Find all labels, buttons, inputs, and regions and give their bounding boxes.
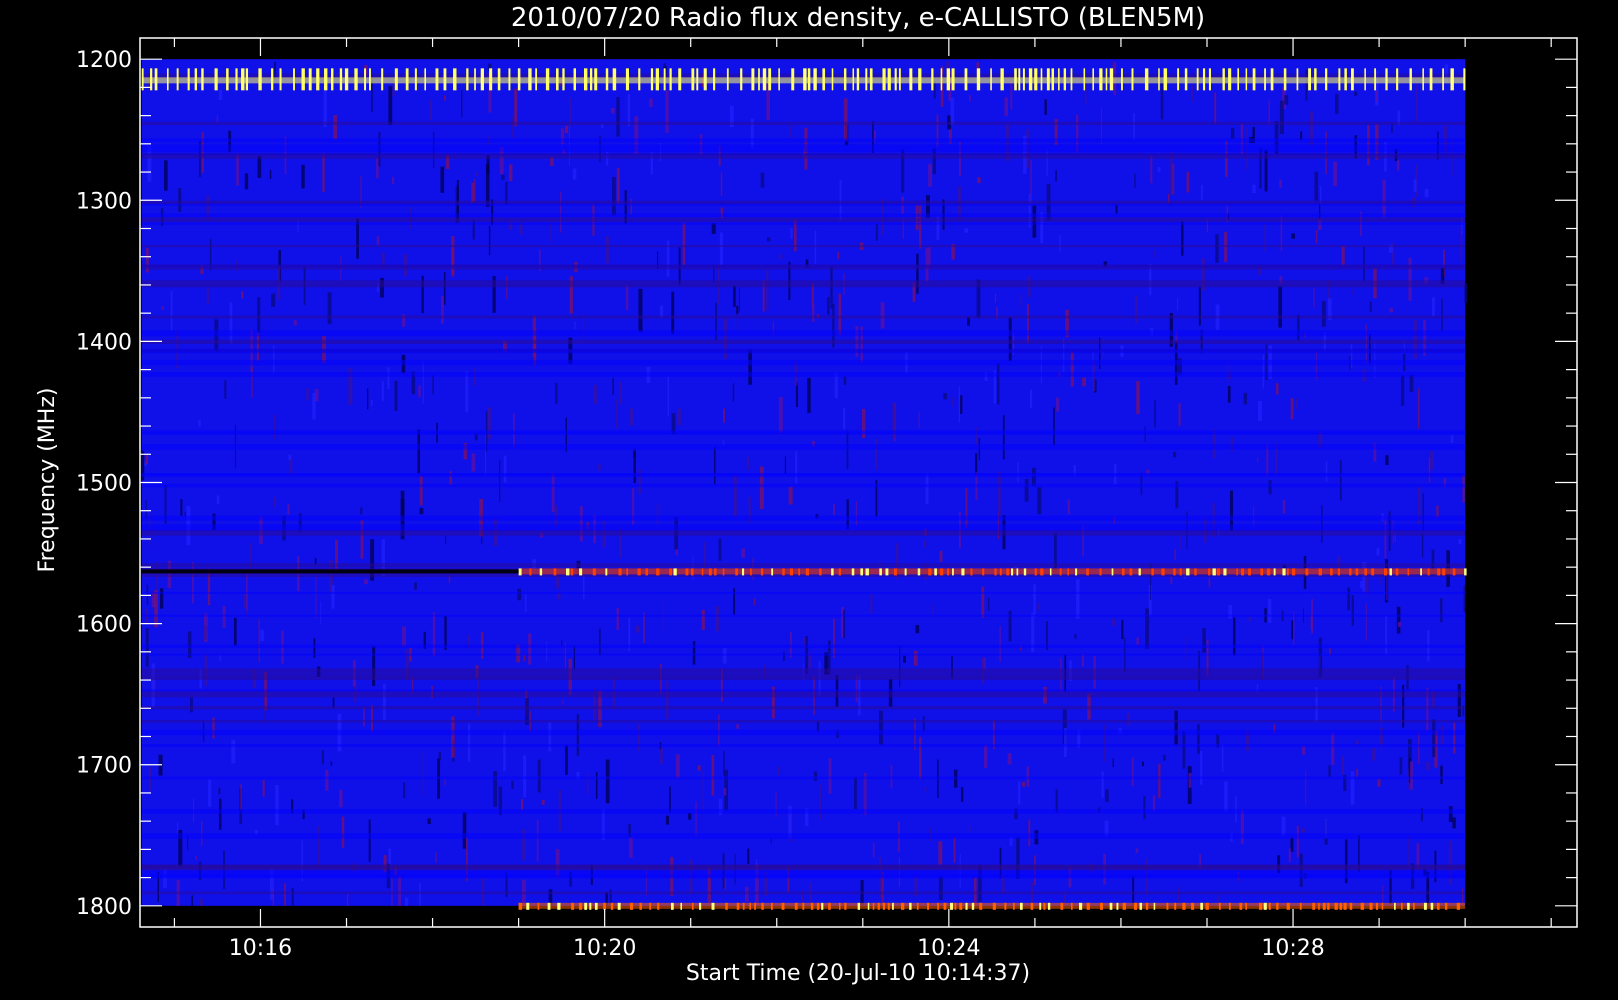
feature-band: [518, 902, 1466, 910]
y-axis-label: Frequency (MHz): [35, 388, 60, 573]
x-tick-label: 10:28: [1261, 936, 1324, 961]
x-axis-label: Start Time (20-Jul-10 10:14:37): [686, 961, 1030, 986]
y-tick-label: 1200: [76, 48, 132, 73]
y-tick-label: 1800: [76, 895, 132, 920]
x-tick-label: 10:16: [229, 936, 292, 961]
feature-band: [518, 568, 1467, 576]
y-tick-label: 1700: [76, 754, 132, 779]
chart-title: 2010/07/20 Radio flux density, e-CALLIST…: [511, 3, 1205, 33]
y-tick-label: 1300: [76, 189, 132, 214]
spectrogram-chart: 2010/07/20 Radio flux density, e-CALLIST…: [35, 3, 1578, 986]
x-tick-label: 10:24: [917, 936, 980, 961]
y-tick-label: 1500: [76, 472, 132, 497]
plot-area: [139, 37, 1578, 928]
y-tick-label: 1400: [76, 330, 132, 355]
y-tick-label: 1600: [76, 613, 132, 638]
x-tick-label: 10:20: [573, 936, 636, 961]
dark-band: [141, 569, 519, 574]
